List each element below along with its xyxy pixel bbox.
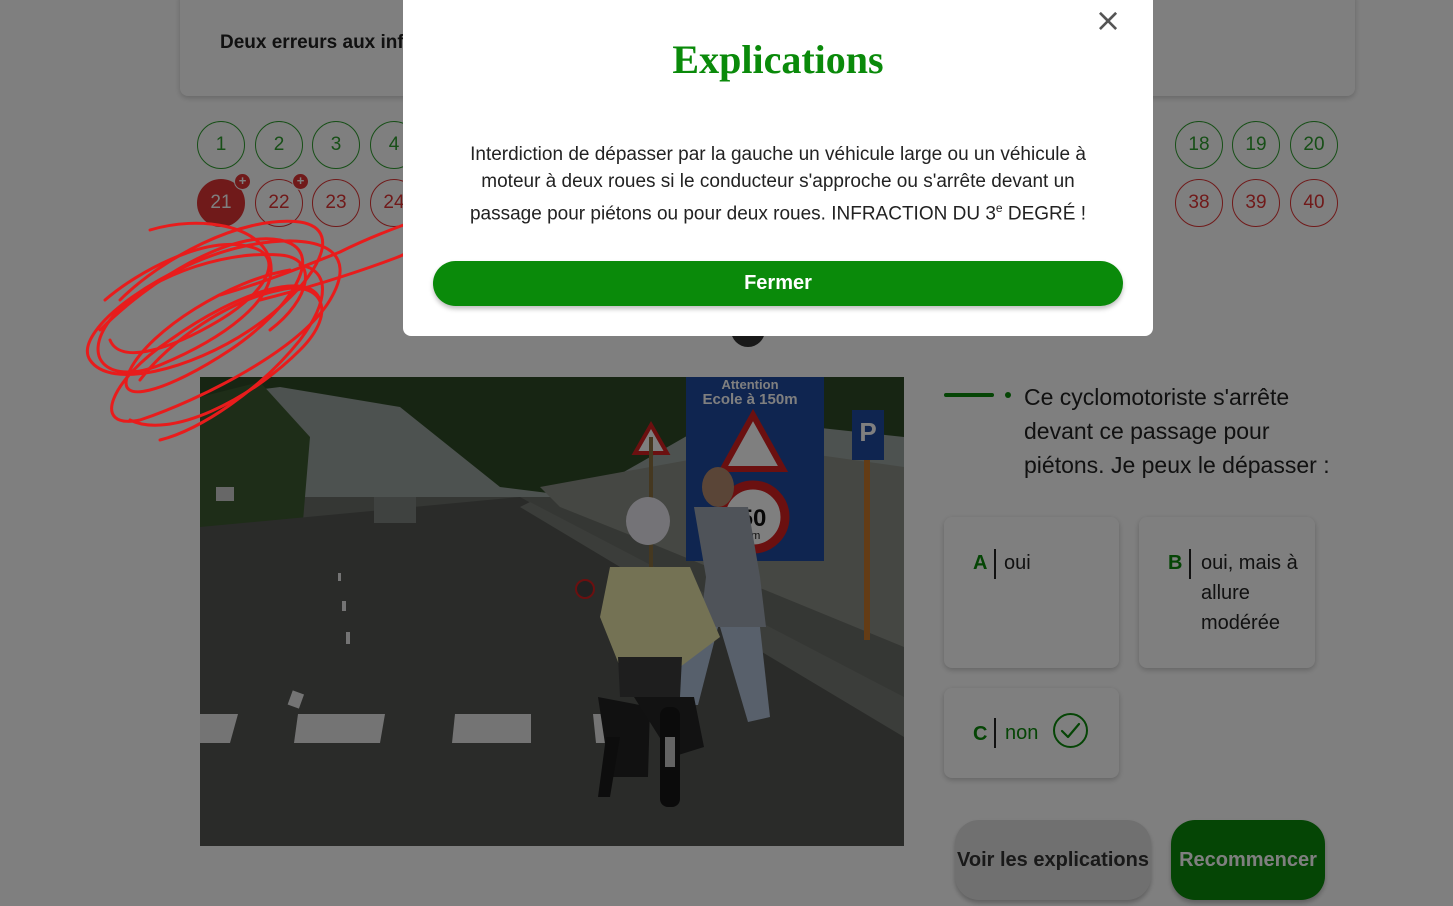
explanations-modal: Explications × Interdiction de dépasser … bbox=[403, 0, 1153, 336]
modal-explanation-text: Interdiction de dépasser par la gauche u… bbox=[443, 141, 1113, 227]
modal-title: Explications bbox=[672, 37, 884, 82]
explanation-end: DEGRÉ ! bbox=[1002, 203, 1087, 225]
explanation-main: Interdiction de dépasser par la gauche u… bbox=[469, 144, 1086, 225]
close-icon[interactable]: × bbox=[1093, 4, 1123, 36]
explanation-superscript: e bbox=[995, 201, 1003, 215]
close-modal-button[interactable]: Fermer bbox=[433, 261, 1123, 306]
